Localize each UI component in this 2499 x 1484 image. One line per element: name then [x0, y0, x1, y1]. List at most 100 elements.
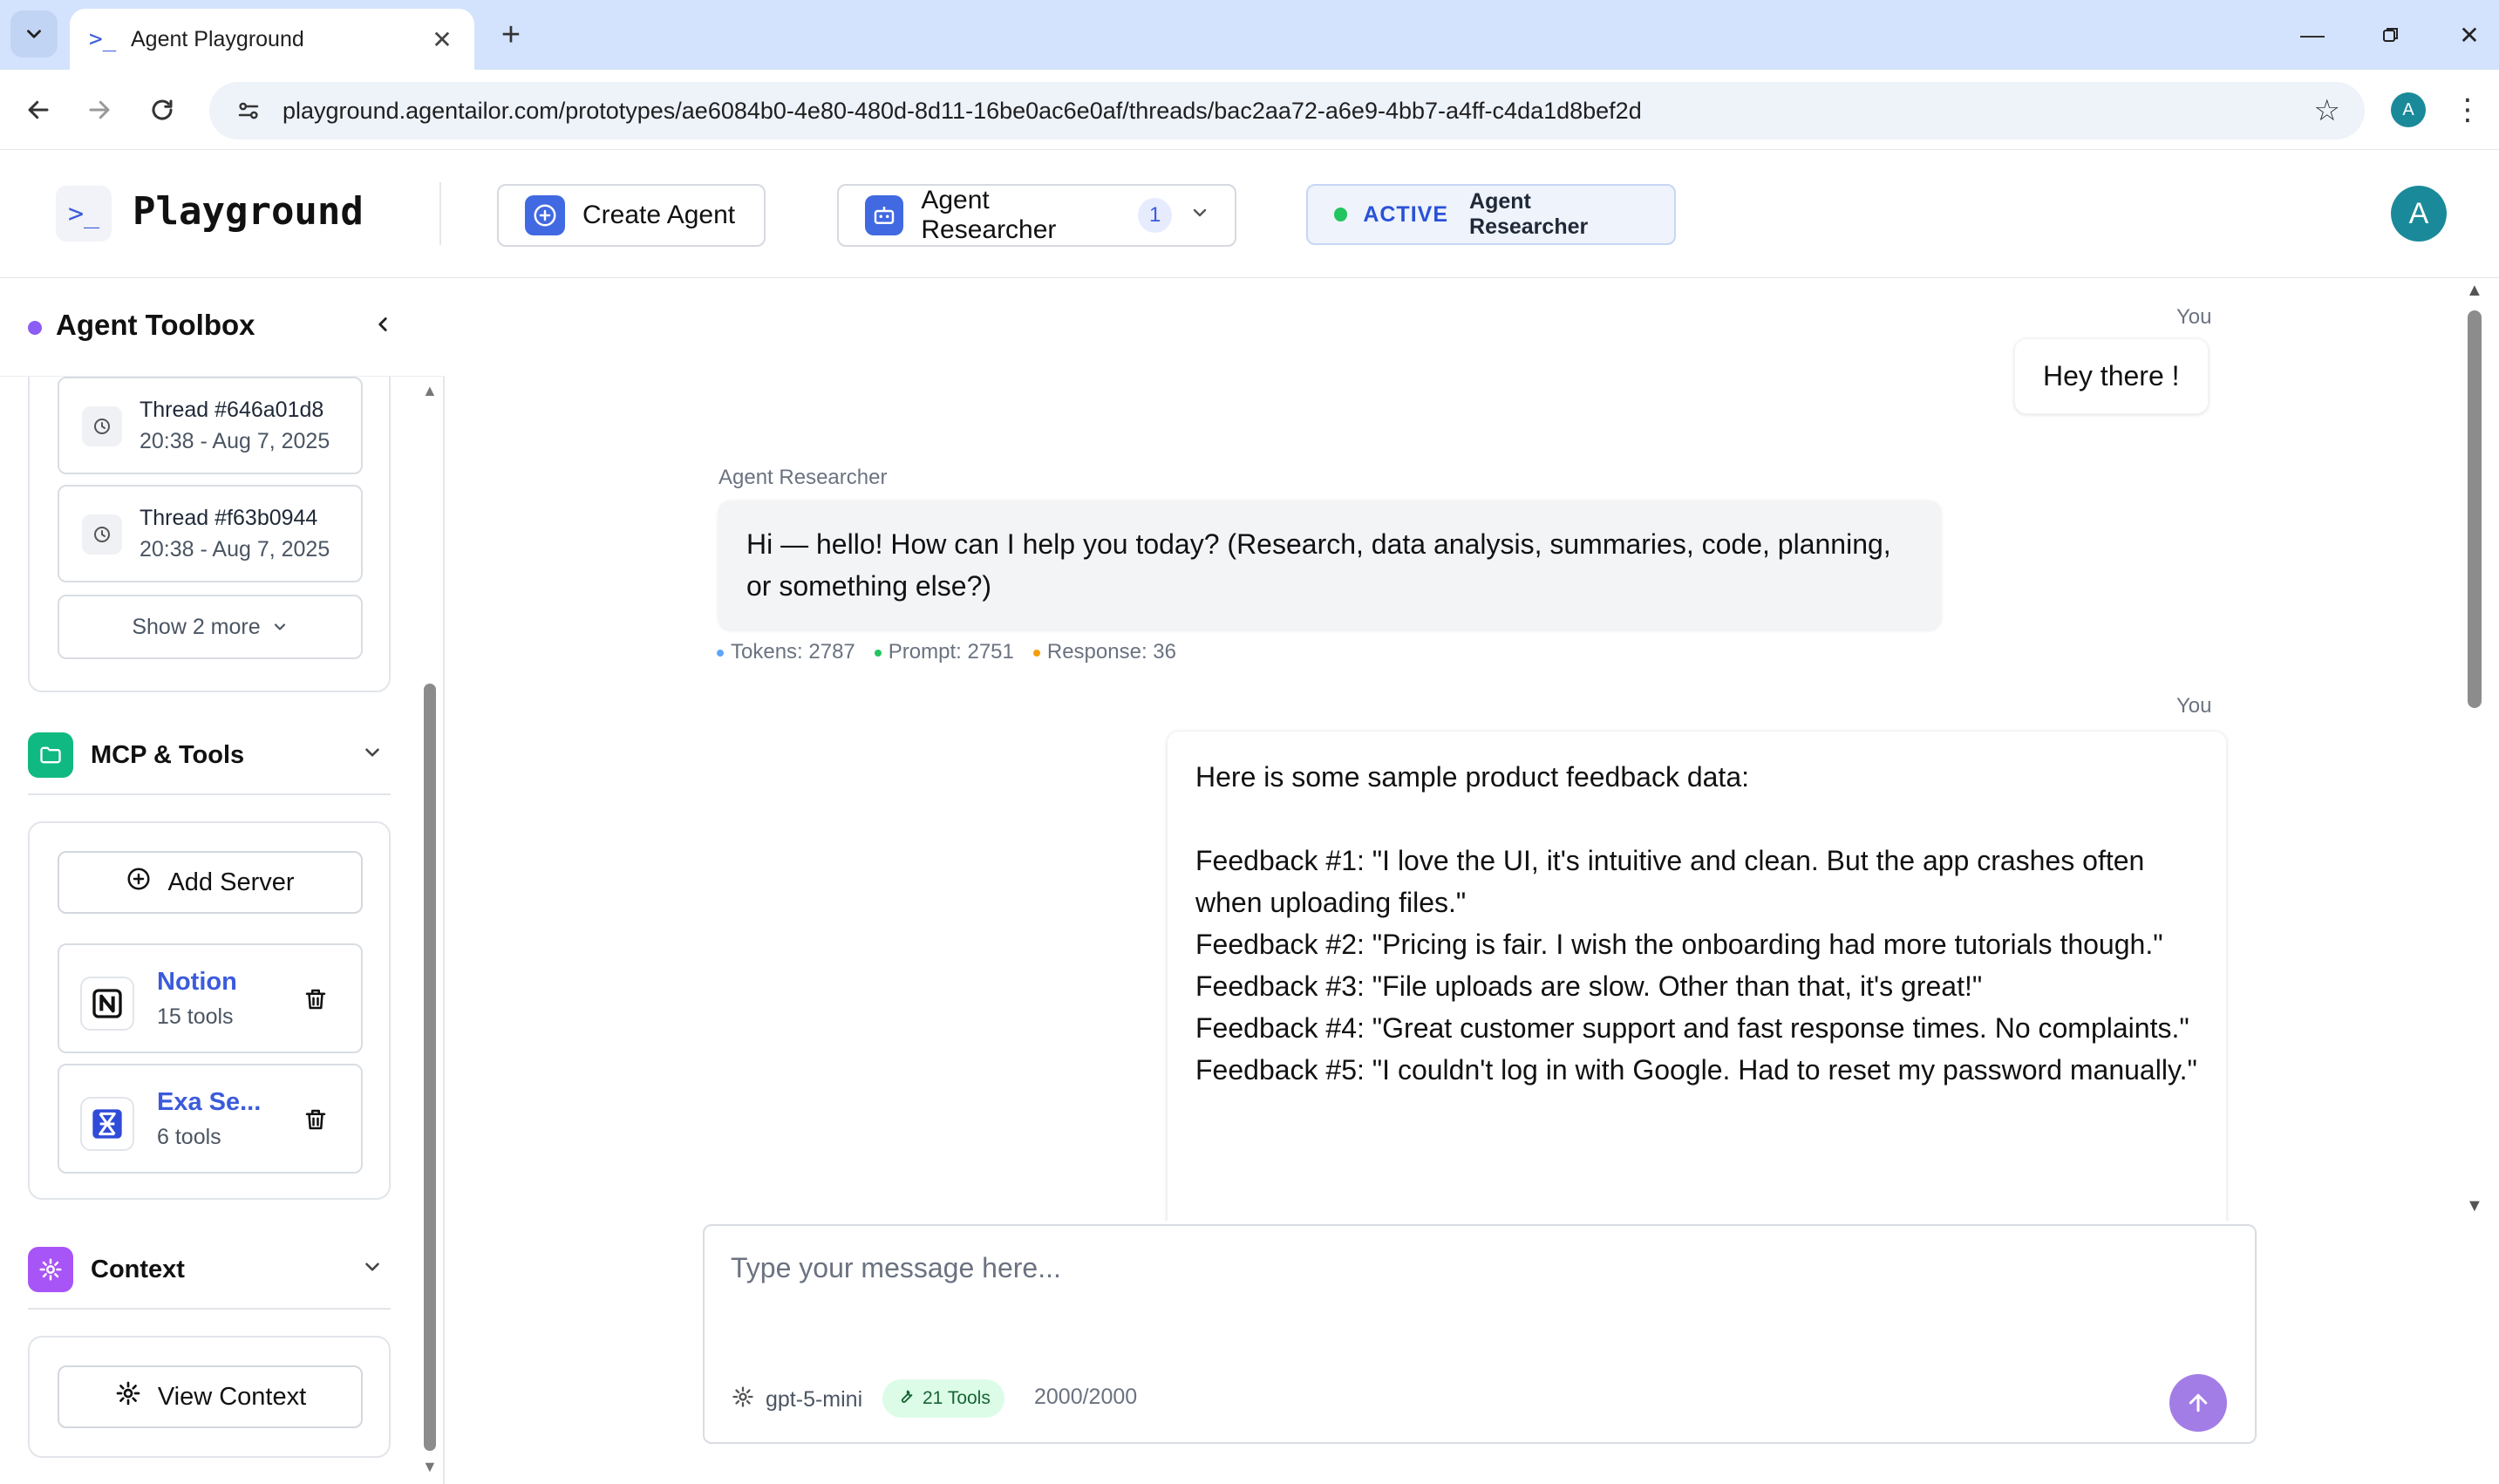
view-context-label: View Context — [157, 1382, 307, 1411]
show-more-label: Show 2 more — [132, 614, 261, 639]
message-author: You — [2176, 694, 2212, 718]
site-settings-icon[interactable] — [234, 96, 263, 126]
gear-icon — [28, 1247, 73, 1292]
toolbox-header-overlay: Agent Toolbox — [0, 279, 445, 377]
collapse-sidebar-button[interactable] — [371, 307, 394, 346]
trash-icon — [305, 989, 326, 1010]
tokens-stat: Tokens: 2787 — [717, 640, 855, 664]
chevron-left-icon — [378, 317, 387, 331]
thread-item[interactable]: Thread #f63b0944 20:38 - Aug 7, 2025 — [58, 485, 363, 582]
send-button[interactable] — [2169, 1374, 2227, 1432]
thread-time: 20:38 - Aug 7, 2025 — [140, 429, 330, 453]
agent-selector-dropdown[interactable]: Agent Researcher 1 — [837, 184, 1236, 247]
tab-title: Agent Playground — [131, 26, 304, 51]
trash-icon — [305, 1109, 326, 1130]
forward-button[interactable] — [77, 87, 122, 133]
minimize-window-button[interactable]: — — [2286, 12, 2339, 58]
restore-window-button[interactable] — [2365, 12, 2417, 58]
toolbox-dot-icon — [28, 321, 42, 335]
arrow-up-icon — [2189, 1393, 2208, 1413]
view-context-button[interactable]: View Context — [58, 1365, 363, 1428]
message-text: Hi — hello! How can I help you today? (R… — [746, 528, 1891, 602]
model-name: gpt-5-mini — [766, 1387, 863, 1412]
message-composer: gpt-5-mini 21 Tools 2000/2000 — [703, 1224, 2257, 1444]
chat-scrollbar-thumb[interactable] — [2468, 310, 2482, 708]
model-selector[interactable]: gpt-5-mini — [731, 1385, 862, 1415]
app-header: >_ Playground Create Agent Agent Researc… — [0, 151, 2499, 278]
plus-circle-icon — [126, 866, 152, 899]
chevron-down-icon — [361, 741, 384, 770]
clock-icon — [82, 406, 122, 446]
status-dot-icon — [1334, 208, 1348, 221]
add-server-button[interactable]: Add Server — [58, 851, 363, 914]
message-line: Feedback #2: "Pricing is fair. I wish th… — [1195, 929, 2163, 960]
prompt-stat: Prompt: 2751 — [874, 640, 1014, 664]
reload-button[interactable] — [140, 87, 185, 133]
message-input[interactable] — [731, 1252, 2213, 1322]
message-line-blank — [1195, 798, 2198, 840]
message-line: Feedback #1: "I love the UI, it's intuit… — [1195, 845, 2145, 918]
scroll-down-arrow-icon[interactable]: ▼ — [422, 1458, 438, 1476]
robot-icon — [865, 195, 904, 235]
delete-server-button[interactable] — [296, 1100, 335, 1139]
message-line: Feedback #3: "File uploads are slow. Oth… — [1195, 970, 1983, 1002]
create-agent-label: Create Agent — [582, 201, 736, 229]
scroll-up-arrow-icon[interactable]: ▲ — [2466, 281, 2483, 301]
user-message-bubble: Hey there ! — [2014, 338, 2209, 414]
arrow-right-icon — [89, 100, 110, 119]
exa-logo-icon — [80, 1097, 134, 1151]
thread-name: Thread #f63b0944 — [140, 506, 318, 530]
mcp-server-card-exa[interactable]: Exa Se... 6 tools — [58, 1064, 363, 1174]
chevron-down-icon — [27, 30, 41, 38]
response-stat: Response: 36 — [1032, 640, 1176, 664]
terminal-logo-icon: >_ — [56, 186, 112, 242]
notion-logo-icon — [80, 977, 134, 1031]
plus-circle-icon — [525, 195, 565, 235]
chevron-down-icon — [1189, 202, 1210, 229]
mcp-servers-card-group: Add Server Notion 15 tools Exa Se... 6 t… — [28, 821, 391, 1200]
wrench-icon — [896, 1386, 916, 1411]
clock-icon — [82, 514, 122, 555]
show-more-threads-button[interactable]: Show 2 more — [58, 595, 363, 659]
tab-search-button[interactable] — [10, 10, 58, 58]
close-tab-icon[interactable]: ✕ — [429, 25, 455, 54]
scroll-up-arrow-icon[interactable]: ▲ — [422, 382, 438, 400]
app-logo-text[interactable]: Playground — [133, 189, 364, 234]
url-text[interactable]: playground.agentailor.com/prototypes/ae6… — [283, 98, 2314, 125]
mcp-server-card-notion[interactable]: Notion 15 tools — [58, 943, 363, 1053]
thread-item[interactable]: Thread #646a01d8 20:38 - Aug 7, 2025 — [58, 377, 363, 474]
message-line: Feedback #4: "Great customer support and… — [1195, 1012, 2189, 1044]
browser-tab-active[interactable]: >_ Agent Playground ✕ — [70, 9, 474, 70]
create-agent-button[interactable]: Create Agent — [497, 184, 766, 247]
browser-profile-avatar[interactable]: A — [2391, 92, 2426, 127]
tools-count-label: 21 Tools — [923, 1388, 991, 1408]
mcp-tools-section-toggle[interactable]: MCP & Tools — [28, 717, 391, 795]
new-tab-button[interactable]: + — [490, 14, 532, 56]
address-bar[interactable]: playground.agentailor.com/prototypes/ae6… — [209, 82, 2365, 140]
back-button[interactable] — [16, 87, 61, 133]
close-window-button[interactable]: ✕ — [2443, 12, 2496, 58]
browser-menu-icon[interactable]: ⋮ — [2450, 87, 2485, 133]
chevron-down-icon — [274, 623, 285, 630]
toolbox-title: Agent Toolbox — [56, 309, 255, 341]
gear-icon — [731, 1385, 755, 1415]
context-section-toggle[interactable]: Context — [28, 1231, 391, 1310]
tools-count-badge[interactable]: 21 Tools — [882, 1379, 1004, 1418]
server-name: Exa Se... — [157, 1088, 262, 1116]
scroll-down-arrow-icon[interactable]: ▼ — [2466, 1196, 2483, 1216]
chevron-down-icon — [361, 1256, 384, 1284]
context-card-group: View Context — [28, 1336, 391, 1458]
delete-server-button[interactable] — [296, 980, 335, 1018]
arrow-left-icon — [28, 100, 49, 119]
thread-time: 20:38 - Aug 7, 2025 — [140, 537, 330, 562]
add-server-label: Add Server — [167, 868, 295, 896]
terminal-favicon-icon: >_ — [89, 26, 117, 52]
header-divider — [439, 182, 441, 245]
browser-toolbar: playground.agentailor.com/prototypes/ae6… — [0, 70, 2499, 150]
agent-selector-label: Agent Researcher — [921, 186, 1057, 244]
bookmark-star-icon[interactable]: ☆ — [2314, 93, 2340, 128]
server-name: Notion — [157, 968, 237, 996]
user-avatar[interactable]: A — [2391, 186, 2447, 242]
thread-name: Thread #646a01d8 — [140, 398, 324, 422]
sidebar-scrollbar-thumb[interactable] — [424, 684, 436, 1451]
